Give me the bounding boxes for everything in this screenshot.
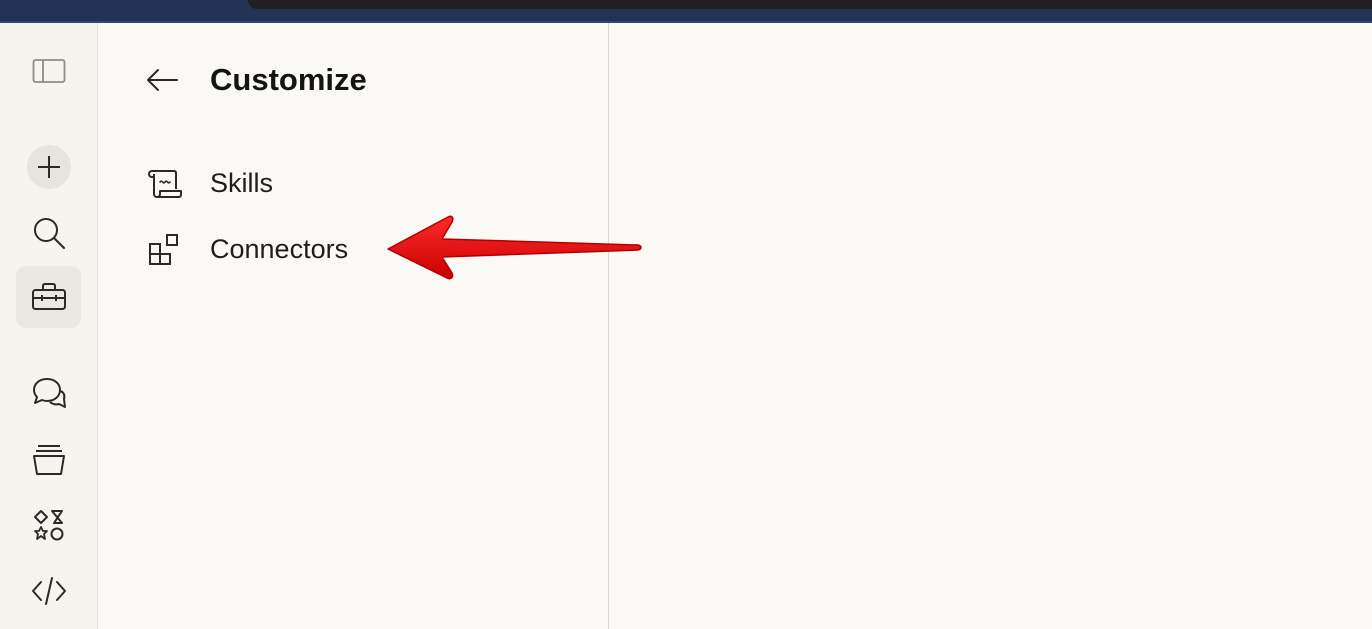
window-top-bar (0, 0, 1372, 22)
toolbox-icon (31, 283, 66, 310)
shapes-icon (33, 510, 63, 541)
customize-button[interactable] (16, 266, 81, 328)
sidebar-rail (0, 23, 98, 629)
connector-blocks-icon (149, 234, 178, 265)
artifacts-button[interactable] (16, 495, 81, 557)
nav-label-skills: Skills (210, 167, 274, 198)
customize-panel (98, 23, 609, 629)
nav-item-connectors[interactable]: Connectors (140, 224, 580, 274)
search-icon (33, 218, 65, 249)
sidebar-toggle-button[interactable] (16, 40, 81, 102)
main-content (609, 23, 1372, 629)
projects-button[interactable] (16, 429, 81, 491)
nav-icon-wrapper (140, 231, 192, 267)
chat-bubbles-icon (32, 378, 66, 408)
search-button[interactable] (16, 202, 81, 264)
code-icon (31, 577, 66, 605)
arrow-left-icon (147, 69, 178, 91)
chats-button[interactable] (16, 363, 81, 425)
new-chat-button[interactable] (16, 136, 81, 198)
plus-icon (37, 156, 60, 178)
code-button[interactable] (16, 560, 81, 622)
stacked-boxes-icon (32, 445, 65, 475)
sidebar-toggle-icon (32, 59, 65, 83)
nav-label-connectors: Connectors (210, 233, 349, 264)
title-bar-strip (248, 0, 1372, 9)
page-title: Customize (210, 62, 367, 97)
new-chat-circle (26, 145, 71, 189)
nav-icon-wrapper (140, 165, 192, 201)
nav-item-skills[interactable]: Skills (140, 158, 580, 208)
back-button[interactable] (142, 60, 182, 100)
scroll-icon (148, 170, 182, 198)
